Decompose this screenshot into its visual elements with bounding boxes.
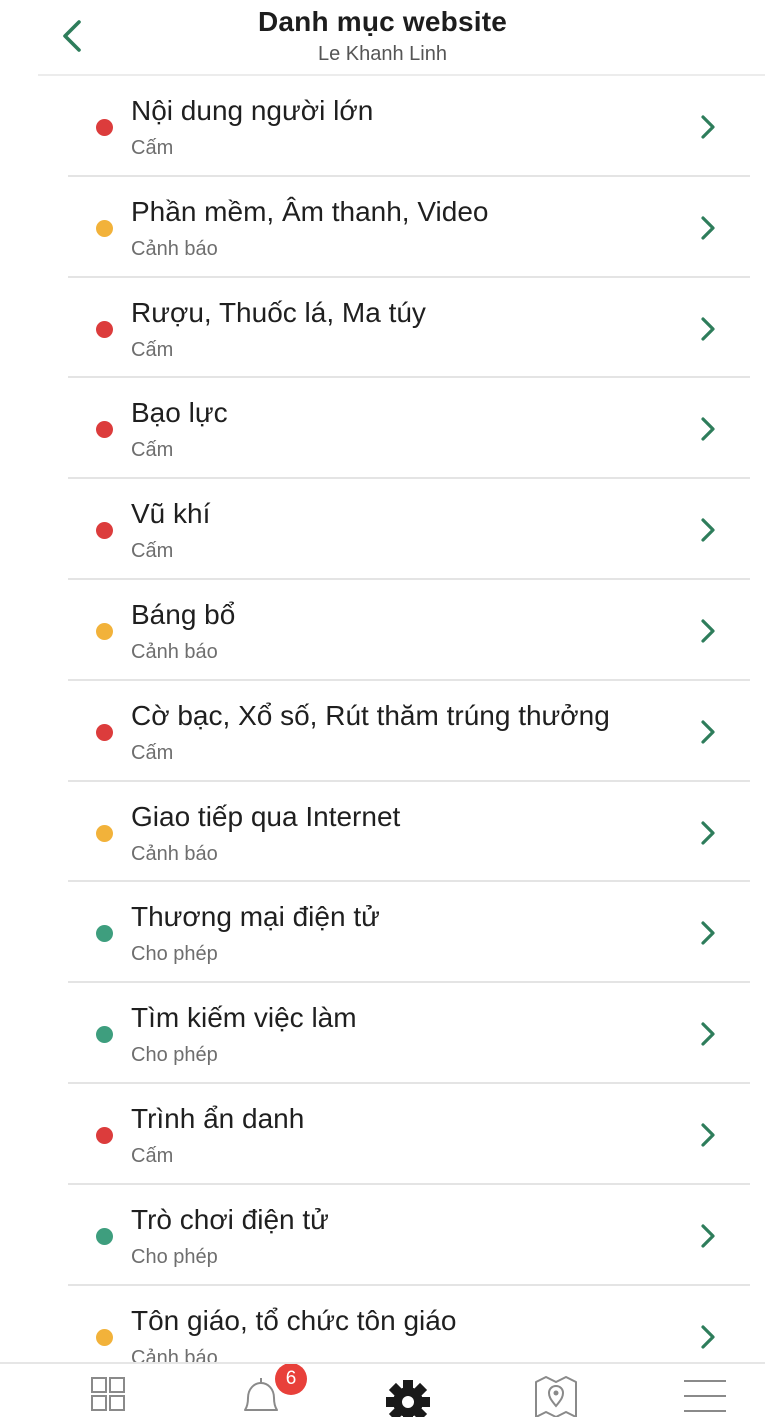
chevron-right-icon — [701, 216, 715, 240]
status-dot — [96, 119, 113, 136]
bottom-tab-bar: 6 — [0, 1362, 765, 1417]
category-title: Nội dung người lớn — [131, 95, 374, 126]
category-title: Thương mại điện tử — [131, 901, 380, 933]
category-row[interactable]: Thương mại điện tử Cho phép — [0, 882, 765, 984]
tab-settings[interactable] — [358, 1364, 458, 1417]
status-dot — [96, 1126, 113, 1144]
category-row[interactable]: Vũ khí Cấm — [0, 479, 765, 580]
category-row[interactable]: Tôn giáo, tổ chức tôn giáo Cảnh báo — [0, 1286, 765, 1362]
category-title: Rượu, Thuốc lá, Ma túy — [131, 296, 426, 328]
category-status: Cấm — [131, 741, 174, 764]
chevron-right-icon — [701, 1022, 715, 1046]
category-title: Cờ bạc, Xổ số, Rút thăm trúng thưởng — [131, 699, 610, 731]
status-dot — [96, 421, 113, 439]
category-title: Trò chơi điện tử — [131, 1203, 329, 1235]
category-row[interactable]: Phần mềm, Âm thanh, Video Cảnh báo — [0, 177, 765, 278]
category-title: Trình ẩn danh — [131, 1102, 305, 1134]
status-dot — [96, 1026, 113, 1044]
status-dot — [96, 824, 113, 842]
chevron-right-icon — [701, 115, 715, 139]
category-title: Giao tiếp qua Internet — [131, 800, 401, 832]
tab-menu[interactable] — [655, 1364, 755, 1417]
category-title: Vũ khí — [131, 498, 211, 530]
chevron-right-icon — [701, 417, 715, 441]
page-subtitle: Le Khanh Linh — [317, 43, 447, 65]
category-title: Tìm kiếm việc làm — [131, 1002, 357, 1034]
category-status: Cho phép — [131, 1245, 218, 1268]
category-title: Tôn giáo, tổ chức tôn giáo — [131, 1304, 457, 1336]
category-status: Cảnh báo — [131, 1346, 218, 1362]
status-dot — [96, 1227, 113, 1245]
category-title: Phần mềm, Âm thanh, Video — [131, 195, 489, 227]
dashboard-icon — [91, 1377, 125, 1411]
category-row[interactable]: Rượu, Thuốc lá, Ma túy Cấm — [0, 278, 765, 379]
tab-map[interactable] — [506, 1364, 606, 1417]
status-dot — [96, 622, 113, 640]
category-status: Cấm — [131, 439, 174, 462]
category-row[interactable]: Trò chơi điện tử Cho phép — [0, 1185, 765, 1286]
chevron-right-icon — [701, 921, 715, 945]
category-status: Cấm — [131, 338, 174, 361]
category-status: Cấm — [131, 1144, 174, 1167]
category-row[interactable]: Trình ẩn danh Cấm — [0, 1084, 765, 1185]
category-title: Bạo lực — [131, 397, 228, 429]
page-title: Danh mục website — [257, 6, 508, 37]
chevron-right-icon — [701, 518, 715, 542]
status-dot — [96, 723, 113, 741]
status-dot — [96, 522, 113, 540]
category-title: Báng bổ — [131, 598, 236, 630]
status-dot — [96, 925, 113, 943]
chevron-right-icon — [701, 1324, 715, 1349]
category-row[interactable]: Cờ bạc, Xổ số, Rút thăm trúng thưởng Cấm — [0, 681, 765, 782]
category-status: Cấm — [131, 540, 174, 563]
chevron-right-icon — [701, 316, 715, 341]
category-status: Cảnh báo — [131, 237, 218, 260]
notification-badge: 6 — [275, 1364, 307, 1395]
status-dot — [96, 1328, 113, 1346]
category-status: Cảnh báo — [131, 842, 218, 865]
category-list: Nội dung người lớn Cấm Phần mềm, Âm thanh,… — [0, 76, 765, 1362]
category-status: Cấm — [131, 137, 174, 159]
category-status: Cảnh báo — [131, 640, 218, 663]
category-row[interactable]: Tìm kiếm việc làm Cho phép — [0, 983, 765, 1084]
chevron-right-icon — [701, 720, 715, 744]
category-row[interactable]: Nội dung người lớn Cấm — [0, 76, 765, 177]
category-row[interactable]: Bạo lực Cấm — [0, 378, 765, 480]
menu-icon — [684, 1380, 726, 1412]
map-pin-icon — [535, 1376, 577, 1417]
chevron-right-icon — [701, 1123, 715, 1147]
gear-icon — [386, 1380, 430, 1417]
header-bar: Danh mục website Le Khanh Linh — [0, 0, 765, 76]
category-row[interactable]: Báng bổ Cảnh báo — [0, 580, 765, 681]
status-dot — [96, 320, 113, 338]
category-status: Cho phép — [131, 1044, 218, 1067]
category-row[interactable]: Giao tiếp qua Internet Cảnh báo — [0, 782, 765, 883]
chevron-right-icon — [701, 820, 715, 845]
category-status: Cho phép — [131, 943, 218, 966]
chevron-right-icon — [701, 1224, 715, 1248]
tab-dashboard[interactable] — [55, 1364, 155, 1417]
chevron-right-icon — [701, 619, 715, 643]
status-dot — [96, 219, 113, 237]
